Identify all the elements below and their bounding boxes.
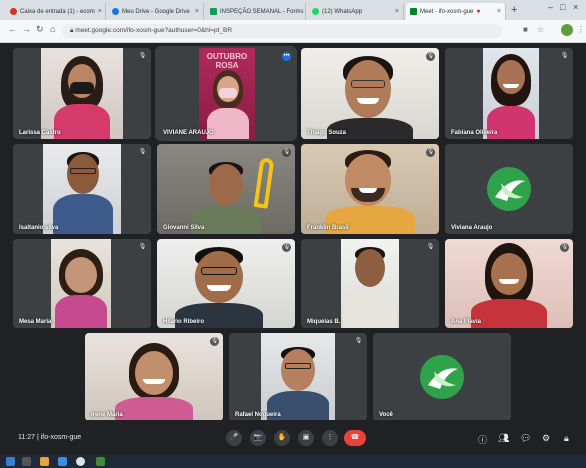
raise-hand-button[interactable]: ✋ [274, 430, 290, 446]
participant-video [157, 144, 295, 234]
meet-grid: Larissa Castro 🎙︎ OUTUBRO ROSA VIVIANE A… [0, 43, 586, 455]
participant-tile[interactable]: Giovanni Silva 🎙︎ [157, 144, 295, 234]
mic-off-icon: 🎙︎ [426, 148, 435, 157]
search-icon[interactable] [22, 457, 31, 466]
people-icon[interactable]: 👥︎ [498, 433, 509, 444]
meet-control-bar: 11:27 | ifo-xosm-gue 🎤 📷 ✋ ▣ ⋮ ☎ ⓘ 👥︎ 💬︎… [0, 420, 586, 455]
mic-button[interactable]: 🎤 [226, 430, 242, 446]
tab-whatsapp[interactable]: (12) WhatsApp × [308, 3, 404, 20]
menu-icon[interactable]: ⋮ [577, 25, 585, 34]
mic-off-icon: 🎙︎ [138, 148, 147, 157]
participant-avatar-logo [487, 167, 531, 211]
logo-icon [428, 368, 458, 389]
speaking-indicator-icon: ••• [282, 52, 291, 61]
participant-tile[interactable]: Ana Flavia 🎙︎ [445, 239, 573, 328]
mic-off-icon: 🎙︎ [138, 52, 147, 61]
bookmark-star-icon[interactable]: ☆ [537, 25, 544, 34]
participant-tile[interactable]: Fabiana Oliveira 🎙︎ [445, 48, 573, 139]
mic-off-icon: 🎙︎ [282, 148, 291, 157]
present-button[interactable]: ▣ [298, 430, 314, 446]
participant-tile[interactable]: Rafael Nogueira 🎙︎ [229, 333, 367, 421]
mic-off-icon: 🎙︎ [426, 52, 435, 61]
close-icon[interactable]: × [95, 8, 102, 15]
mic-off-icon: 🎙︎ [210, 337, 219, 346]
meet-icon [410, 8, 417, 15]
more-options-button[interactable]: ⋮ [322, 430, 338, 446]
camera-indicator-icon[interactable]: ■ [523, 25, 528, 34]
tab-meet[interactable]: Meet - ifo-xosm-gue ● × [406, 3, 506, 20]
participant-tile[interactable]: OUTUBRO ROSA VIVIANE ARAUJO ••• [155, 46, 297, 141]
info-icon[interactable]: ⓘ [478, 433, 487, 446]
end-call-button[interactable]: ☎ [344, 430, 366, 446]
participant-video [301, 48, 439, 139]
logo-icon [495, 180, 525, 201]
mic-off-icon: 🎙︎ [426, 243, 435, 252]
participant-tile[interactable]: Franklin Brasil 🎙︎ [301, 144, 439, 234]
self-avatar-logo [420, 355, 464, 399]
url-field[interactable]: 🔒︎ meet.google.com/ifo-xosm-gue?authuser… [62, 24, 502, 38]
participant-tile[interactable]: Hilario Ribeiro 🎙︎ [157, 239, 295, 328]
participant-video [41, 48, 123, 139]
participant-video [51, 239, 111, 328]
activities-icon[interactable]: ⚙︎ [542, 433, 550, 444]
participant-tile-self[interactable]: Você [373, 333, 511, 421]
tab-forms[interactable]: INSPEÇÃO SEMANAL - Forms × [206, 3, 306, 20]
participant-video [43, 144, 121, 234]
participant-tile[interactable]: Larissa Castro 🎙︎ [13, 48, 151, 139]
whatsapp-icon [312, 8, 319, 15]
participant-video [301, 144, 439, 234]
edge-icon[interactable] [58, 457, 67, 466]
gmail-icon [10, 8, 17, 15]
close-icon[interactable]: × [192, 8, 199, 15]
minimize-icon[interactable]: – [548, 2, 553, 12]
chat-icon[interactable]: 💬︎ [520, 433, 531, 444]
profile-avatar[interactable] [561, 24, 573, 36]
participant-video [85, 333, 223, 421]
participant-video [261, 333, 335, 421]
participant-tile[interactable]: Miqueias B. 🎙︎ [301, 239, 439, 328]
mic-off-icon: 🎙︎ [560, 52, 569, 61]
participant-tile[interactable]: Thiago Souza 🎙︎ [301, 48, 439, 139]
participant-tile[interactable]: Mesa Maria 🎙︎ [13, 239, 151, 328]
camera-button[interactable]: 📷 [250, 430, 266, 446]
recording-dot-icon: ● [476, 8, 481, 15]
mic-off-icon: 🎙︎ [282, 243, 291, 252]
mic-off-icon: 🎙︎ [560, 243, 569, 252]
start-icon[interactable] [6, 457, 15, 466]
back-icon[interactable]: ← [8, 24, 17, 34]
file-explorer-icon[interactable] [40, 457, 49, 466]
participant-video: OUTUBRO ROSA [199, 48, 255, 139]
close-icon[interactable]: × [392, 8, 399, 15]
participant-video [341, 239, 399, 328]
participant-tile[interactable]: Viviana Araujo [445, 144, 573, 234]
participant-video [157, 239, 295, 328]
maximize-icon[interactable]: □ [560, 2, 565, 12]
chrome-icon[interactable] [76, 457, 85, 466]
reload-icon[interactable]: ↻ [36, 24, 44, 35]
participant-video [483, 48, 539, 139]
forward-icon[interactable]: → [22, 24, 31, 34]
os-taskbar [0, 455, 586, 468]
home-icon[interactable]: ⌂ [50, 24, 55, 34]
close-icon[interactable]: × [303, 8, 305, 15]
participant-tile[interactable]: Irene Maria 🎙︎ [85, 333, 223, 421]
mic-off-icon: 🎙︎ [138, 243, 147, 252]
participant-tile[interactable]: Isaltanio silva 🎙︎ [13, 144, 151, 234]
address-bar: ← → ↻ ⌂ 🔒︎ meet.google.com/ifo-xosm-gue?… [0, 20, 586, 43]
excel-icon[interactable] [96, 457, 105, 466]
participant-video [445, 239, 573, 328]
tab-drive[interactable]: Meu Drive - Google Drive × [108, 3, 204, 20]
close-window-icon[interactable]: × [573, 2, 578, 12]
lock-controls-icon[interactable]: 🔒︎ [564, 433, 569, 444]
mic-off-icon: 🎙︎ [354, 337, 363, 346]
tab-gmail[interactable]: Caixa de entrada (1) - ecom × [6, 3, 106, 20]
new-tab-icon[interactable]: + [511, 4, 517, 16]
meeting-time-code: 11:27 | ifo-xosm-gue [18, 434, 82, 441]
close-icon[interactable]: × [494, 8, 501, 15]
drive-icon [112, 8, 119, 15]
browser-tab-bar: Caixa de entrada (1) - ecom × Meu Drive … [0, 0, 586, 20]
forms-icon [210, 8, 217, 15]
